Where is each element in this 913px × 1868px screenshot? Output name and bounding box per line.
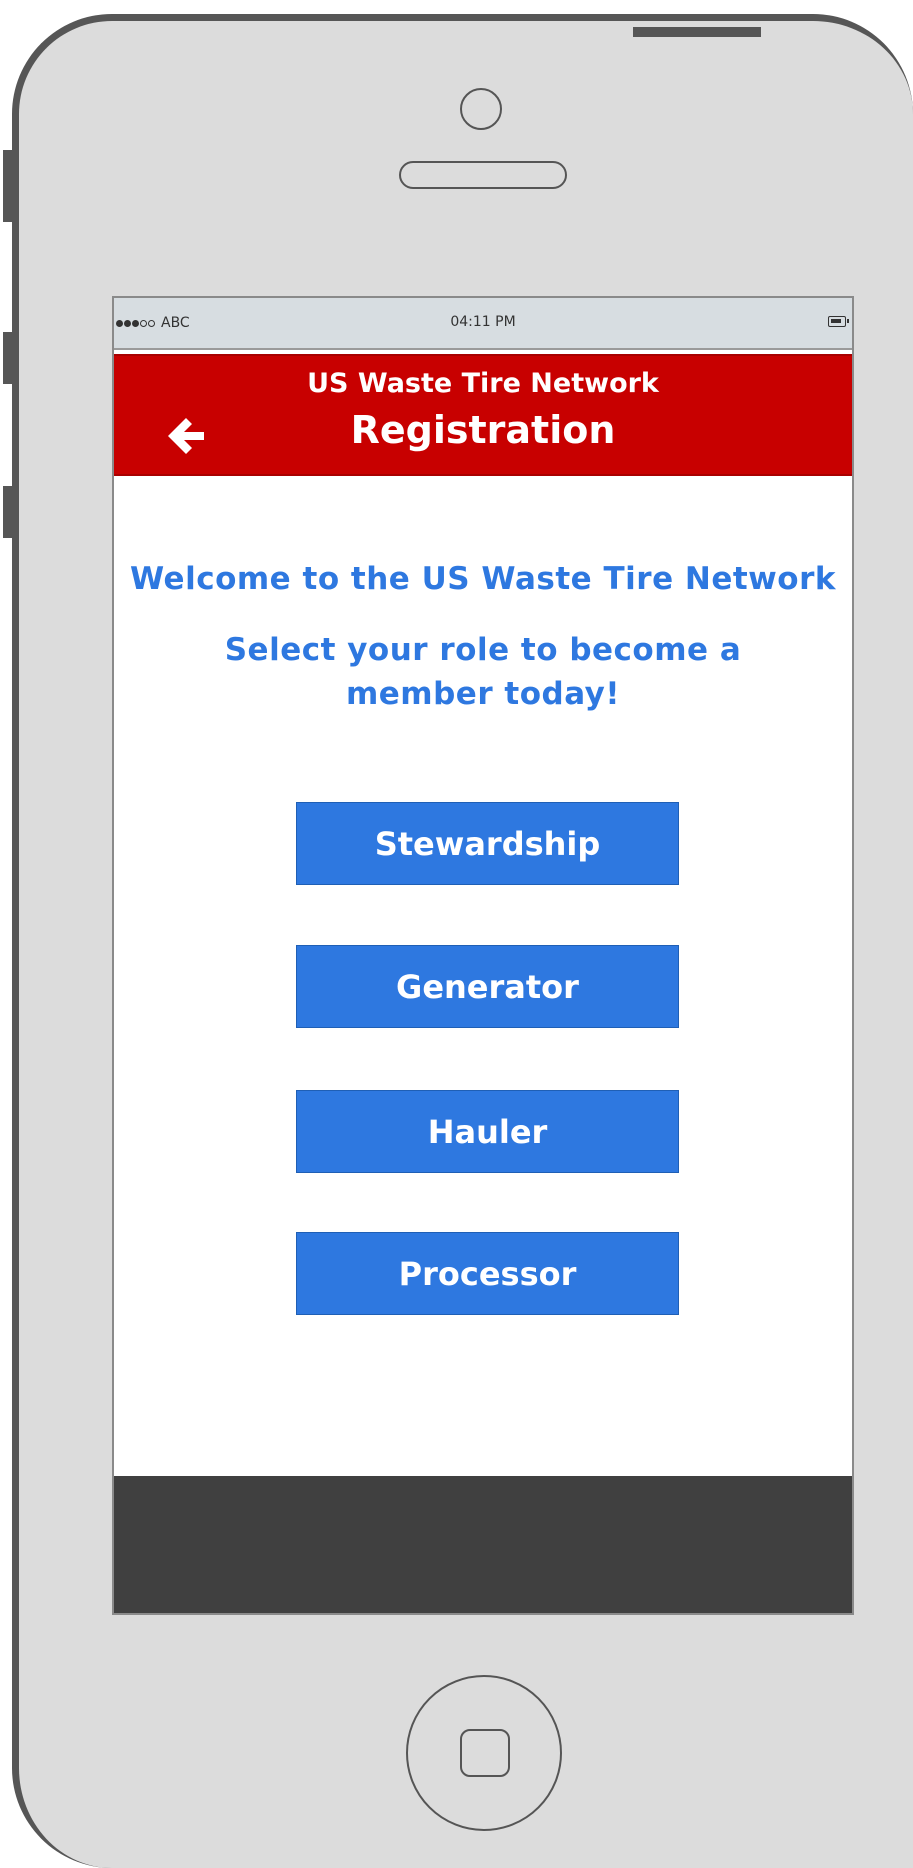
page-title: Registration bbox=[350, 408, 616, 452]
phone-screen: ABC 04:11 PM US Waste Tire Network Regis… bbox=[112, 296, 854, 1615]
footer-bar bbox=[114, 1476, 852, 1613]
app-header: US Waste Tire Network Registration bbox=[114, 354, 852, 476]
role-instructions: Select your role to become a member toda… bbox=[224, 632, 742, 712]
home-button[interactable] bbox=[406, 1675, 562, 1831]
phone-frame: ABC 04:11 PM US Waste Tire Network Regis… bbox=[12, 14, 913, 1868]
role-button-generator[interactable]: Generator bbox=[296, 945, 679, 1028]
role-button-hauler[interactable]: Hauler bbox=[296, 1090, 679, 1173]
power-button bbox=[633, 27, 761, 37]
mute-switch bbox=[3, 150, 13, 222]
earpiece-speaker bbox=[399, 161, 567, 189]
app-subtitle: US Waste Tire Network bbox=[307, 368, 659, 399]
status-bar: ABC 04:11 PM bbox=[114, 298, 852, 350]
status-time: 04:11 PM bbox=[450, 314, 516, 330]
role-button-stewardship[interactable]: Stewardship bbox=[296, 802, 679, 885]
volume-up-button bbox=[3, 332, 13, 384]
welcome-heading: Welcome to the US Waste Tire Network bbox=[129, 561, 837, 597]
home-square-icon bbox=[460, 1729, 510, 1777]
role-button-processor[interactable]: Processor bbox=[296, 1232, 679, 1315]
front-camera bbox=[460, 88, 502, 130]
volume-down-button bbox=[3, 486, 13, 538]
battery-icon bbox=[828, 316, 849, 327]
main-content: Welcome to the US Waste Tire Network Sel… bbox=[114, 476, 852, 1436]
